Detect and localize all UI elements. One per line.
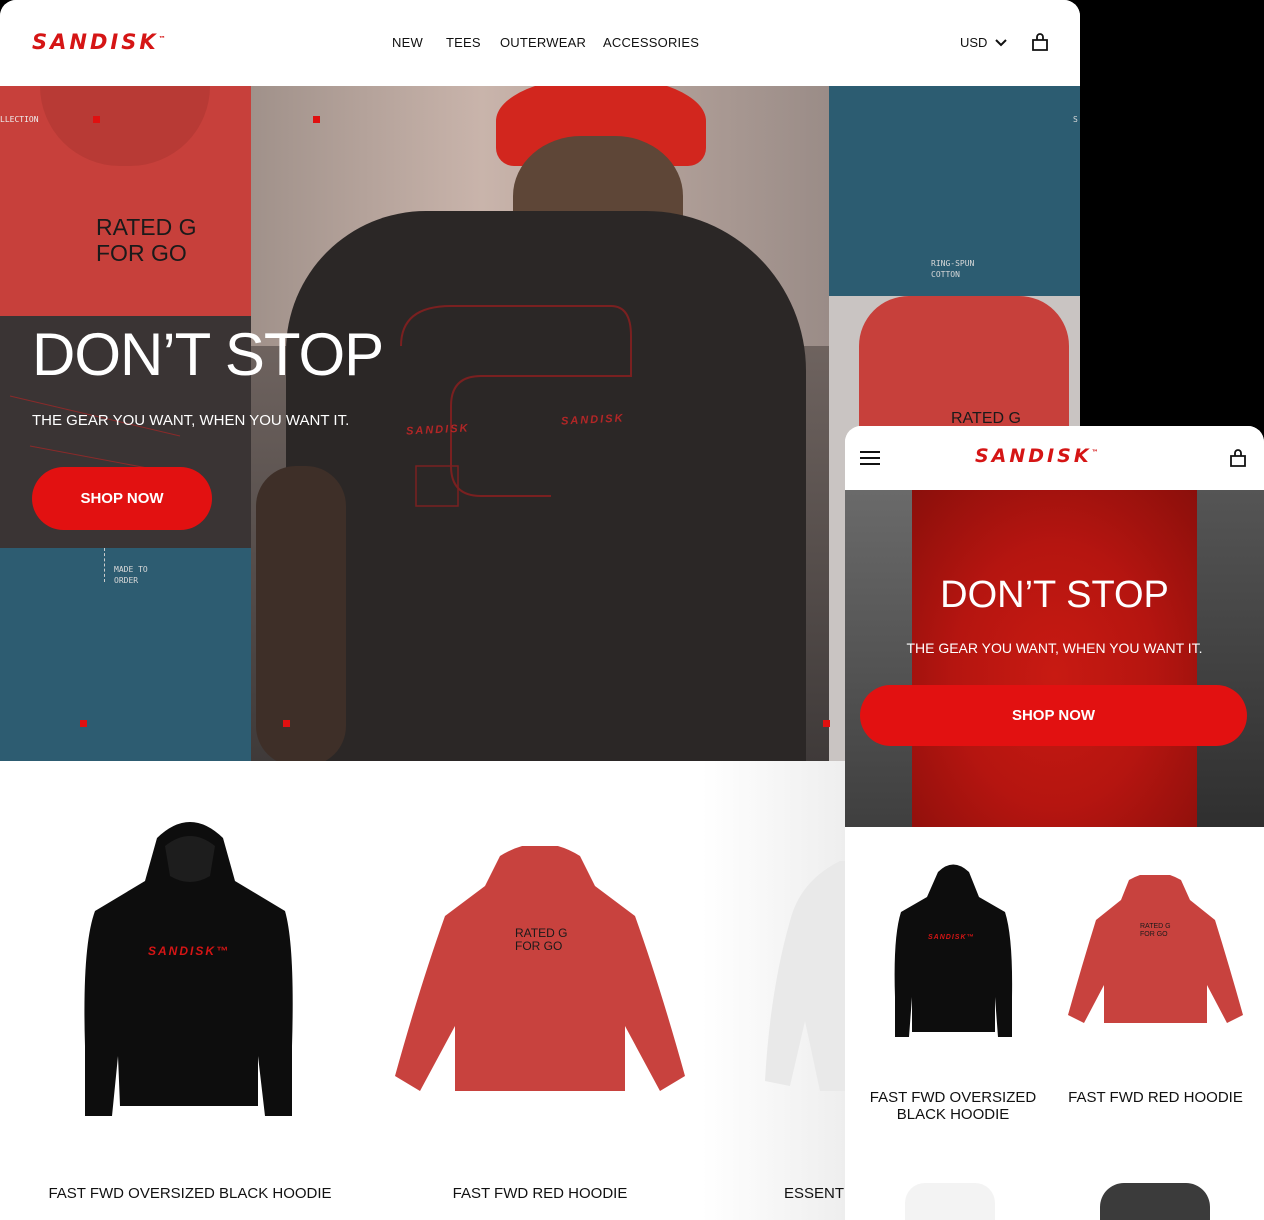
product-name: FAST FWD OVERSIZED BLACK HOODIE [48, 1185, 332, 1202]
product-print: RATED G FOR GO [1140, 923, 1171, 938]
product-name: FAST FWD RED HOODIE [1068, 1089, 1243, 1106]
product-card[interactable]: RATED G FOR GO FAST FWD RED HOODIE [1057, 827, 1254, 1137]
nav-outerwear[interactable]: OUTERWEAR [500, 35, 586, 50]
chevron-down-icon [995, 39, 1007, 47]
accent-square [93, 116, 100, 123]
bag-icon[interactable] [1031, 33, 1049, 51]
grey-tee-image [1100, 1183, 1210, 1220]
product-print: SANDISK™ [148, 944, 231, 958]
black-hoodie-image [894, 864, 1013, 1037]
made-to-order-label: MADE TO ORDER [114, 565, 148, 585]
nav-new[interactable]: NEW [392, 35, 423, 50]
hero-red-panel [912, 490, 1197, 827]
product-card[interactable] [895, 1179, 1005, 1220]
accent-square [823, 720, 830, 727]
divider-line [104, 548, 106, 582]
red-hoodie-image [395, 846, 685, 1091]
red-hoodie-image [1068, 875, 1243, 1023]
hero-side-panel-right [1197, 490, 1264, 827]
hamburger-menu-icon[interactable] [860, 450, 880, 466]
brand-logo-text: SANDISK [975, 445, 1092, 467]
white-tee-image [905, 1183, 995, 1220]
product-card[interactable] [1095, 1179, 1215, 1220]
teal-panel-bottom-left: MADE TO ORDER [0, 548, 251, 761]
print-rated-g: RATED G FOR GO [96, 214, 197, 266]
product-print: SANDISK™ [928, 934, 975, 941]
white-sweatshirt-image [765, 861, 850, 1091]
mobile-hero-title: DON’T STOP [940, 574, 1169, 616]
hero-subtitle: THE GEAR YOU WANT, WHEN YOU WANT IT. [32, 412, 350, 429]
nav-tees[interactable]: TEES [446, 35, 481, 50]
currency-selector[interactable]: USD [960, 30, 1012, 54]
bag-icon[interactable] [1229, 449, 1247, 467]
product-name: ESSENTI [784, 1185, 849, 1202]
mobile-hero-subtitle: THE GEAR YOU WANT, WHEN YOU WANT IT. [906, 640, 1203, 656]
brand-logo[interactable]: SANDISK™ [975, 445, 1099, 467]
product-card[interactable]: SANDISK™ FAST FWD OVERSIZED BLACK HOODIE [30, 761, 350, 1220]
accent-square [80, 720, 87, 727]
brand-logo-tm: ™ [158, 35, 166, 43]
black-hoodie-image [84, 822, 293, 1116]
product-name: FAST FWD RED HOODIE [452, 1185, 628, 1202]
cotton-label: RING-SPUN COTTON [931, 259, 975, 279]
hero-title: DON’T STOP [32, 321, 384, 388]
product-print: RATED G FOR GO [515, 926, 568, 953]
accent-square [313, 116, 320, 123]
product-name: FAST FWD OVERSIZED BLACK HOODIE [869, 1089, 1037, 1123]
desktop-header: SANDISK™ NEW TEES OUTERWEAR ACCESSORIES … [0, 0, 1080, 86]
nav-accessories[interactable]: ACCESSORIES [603, 35, 699, 50]
teal-panel-top-right: RING-SPUN COTTON S [829, 86, 1080, 296]
side-label-s: S [1073, 115, 1078, 124]
hero-side-panel-left [845, 490, 912, 827]
currency-label: USD [960, 35, 988, 50]
mobile-hero: DON’T STOP THE GEAR YOU WANT, WHEN YOU W… [845, 490, 1264, 827]
product-card[interactable]: RATED G FOR GO FAST FWD RED HOODIE [380, 761, 700, 1220]
brand-logo-text: SANDISK [32, 30, 159, 54]
mobile-header: SANDISK™ [845, 426, 1264, 491]
brand-logo-tm: ™ [1091, 448, 1099, 457]
product-card[interactable]: SANDISK™ FAST FWD OVERSIZED BLACK HOODIE [855, 827, 1050, 1137]
mobile-view: SANDISK™ DON’T STOP THE GEAR YOU WANT, W… [845, 426, 1264, 1220]
collection-label: LLECTION [0, 115, 39, 124]
mobile-product-grid: SANDISK™ FAST FWD OVERSIZED BLACK HOODIE… [845, 827, 1264, 1220]
hoodie-panel-top-left: LLECTION RATED G FOR GO [0, 86, 251, 316]
accent-square [283, 720, 290, 727]
shop-now-button[interactable]: SHOP NOW [32, 467, 212, 530]
hoodie-hood-shape [40, 86, 210, 166]
brand-logo[interactable]: SANDISK™ [32, 30, 166, 54]
mobile-shop-now-button[interactable]: SHOP NOW [860, 685, 1247, 746]
